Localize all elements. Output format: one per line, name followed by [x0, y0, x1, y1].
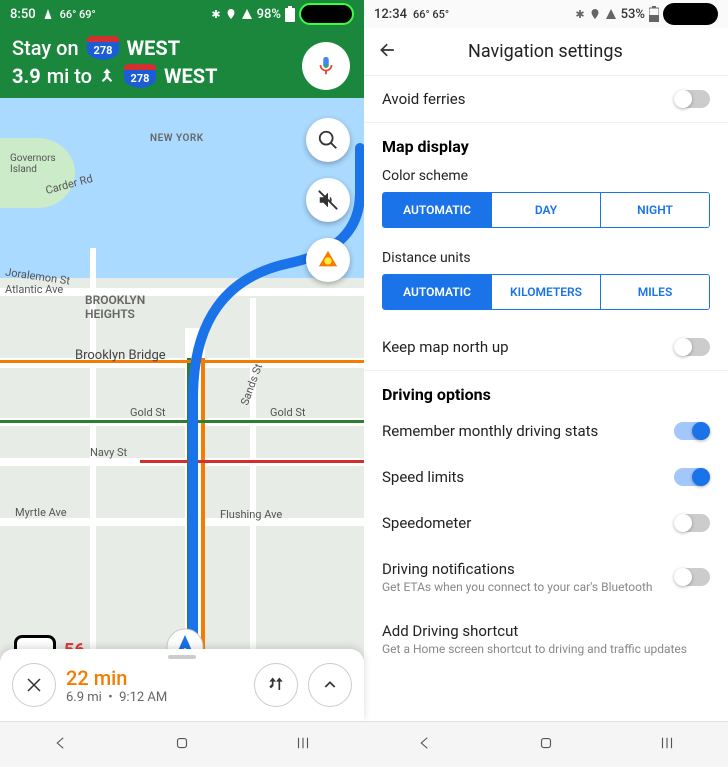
- seg-day[interactable]: DAY: [491, 193, 600, 227]
- row-label: Driving notifications: [382, 560, 674, 578]
- row-sublabel: Get ETAs when you connect to your car's …: [382, 580, 674, 594]
- row-label: Speedometer: [382, 514, 674, 532]
- play-music-button[interactable]: [306, 238, 350, 282]
- expand-sheet-button[interactable]: [308, 663, 352, 707]
- svg-text:278: 278: [131, 72, 150, 85]
- toggle-switch[interactable]: [674, 338, 710, 356]
- row-label: Avoid ferries: [382, 90, 674, 108]
- color-scheme-segmented: AUTOMATIC DAY NIGHT: [382, 192, 710, 228]
- distance-units-label: Distance units: [364, 242, 728, 274]
- street-label: Myrtle Ave: [15, 506, 67, 519]
- page-title: Navigation settings: [468, 41, 623, 62]
- signal-icon: [605, 8, 617, 20]
- voice-search-button[interactable]: [302, 42, 350, 90]
- status-bar: 8:50 66° 69° ✱ 98%: [0, 0, 364, 28]
- battery-icon: [285, 6, 295, 22]
- toggle-switch[interactable]: [674, 422, 710, 440]
- route-shield-icon: 278: [85, 36, 121, 60]
- eta-time: 22 min: [66, 666, 244, 690]
- android-nav-bar: [0, 721, 364, 767]
- driving-notifications-row[interactable]: Driving notifications Get ETAs when you …: [364, 546, 728, 608]
- recents-button[interactable]: [658, 734, 676, 756]
- status-temp: 66° 69°: [60, 8, 96, 21]
- android-nav-bar: [364, 721, 728, 767]
- status-time: 12:34: [374, 7, 407, 22]
- battery-icon: [649, 6, 659, 22]
- avoid-ferries-row[interactable]: Avoid ferries: [364, 76, 728, 123]
- seg-automatic[interactable]: AUTOMATIC: [383, 193, 491, 227]
- svg-text:278: 278: [93, 44, 112, 57]
- nav-direction-header[interactable]: Stay on 278 WEST 3.9 mi to 278 WEST: [0, 28, 364, 98]
- seg-automatic[interactable]: AUTOMATIC: [383, 275, 491, 309]
- street-label: Gold St: [130, 406, 166, 419]
- toggle-switch[interactable]: [674, 568, 710, 586]
- speedometer-row[interactable]: Speedometer: [364, 500, 728, 546]
- settings-header: Navigation settings: [364, 28, 728, 76]
- area-label: BROOKLYN HEIGHTS: [85, 293, 145, 321]
- alternate-routes-button[interactable]: [254, 663, 298, 707]
- status-bar: 12:34 66° 65° ✱ 53%: [364, 0, 728, 28]
- nav-dist-unit: mi to: [47, 64, 92, 88]
- camera-cutout: [663, 3, 718, 25]
- battery-pct: 53%: [621, 7, 645, 22]
- distance-units-segmented: AUTOMATIC KILOMETERS MILES: [382, 274, 710, 310]
- back-button[interactable]: [52, 734, 70, 756]
- street-label: Navy St: [90, 446, 127, 459]
- home-button[interactable]: [173, 734, 191, 756]
- row-label: Speed limits: [382, 468, 674, 486]
- nav-dist: 3.9: [12, 64, 41, 88]
- gov-island-label: Governors Island: [10, 153, 56, 175]
- location-icon: [225, 8, 237, 20]
- home-button[interactable]: [537, 734, 555, 756]
- eta-bottom-sheet[interactable]: 22 min 6.9 mi • 9:12 AM: [0, 649, 364, 721]
- street-label: Brooklyn Bridge: [75, 348, 166, 363]
- seg-miles[interactable]: MILES: [600, 275, 709, 309]
- eta-info: 22 min 6.9 mi • 9:12 AM: [66, 666, 244, 705]
- back-button[interactable]: [416, 734, 434, 756]
- signal-icon: [241, 8, 253, 20]
- section-driving-options: Driving options: [364, 371, 728, 408]
- city-label: NEW YORK: [150, 133, 204, 144]
- color-scheme-label: Color scheme: [364, 160, 728, 192]
- street-label: Gold St: [270, 406, 306, 419]
- route-shield-icon: 278: [122, 64, 158, 88]
- speed-limits-row[interactable]: Speed limits: [364, 454, 728, 500]
- seg-night[interactable]: NIGHT: [600, 193, 709, 227]
- nav-stay-label: Stay on: [12, 36, 79, 60]
- row-label: Remember monthly driving stats: [382, 422, 674, 440]
- street-label: Atlantic Ave: [5, 283, 63, 296]
- status-temp: 66° 65°: [413, 8, 449, 21]
- seg-kilometers[interactable]: KILOMETERS: [491, 275, 600, 309]
- mute-button[interactable]: [306, 178, 350, 222]
- add-shortcut-row[interactable]: Add Driving shortcut Get a Home screen s…: [364, 608, 728, 670]
- close-nav-button[interactable]: [12, 663, 56, 707]
- section-map-display: Map display: [364, 123, 728, 160]
- recents-button[interactable]: [294, 734, 312, 756]
- row-label: Add Driving shortcut: [382, 622, 710, 640]
- battery-pct: 98%: [257, 7, 281, 22]
- search-button[interactable]: [306, 118, 350, 162]
- drag-handle[interactable]: [168, 655, 196, 659]
- location-icon: [589, 8, 601, 20]
- row-sublabel: Get a Home screen shortcut to driving an…: [382, 642, 710, 656]
- street-label: Flushing Ave: [220, 508, 282, 521]
- monthly-stats-row[interactable]: Remember monthly driving stats: [364, 408, 728, 454]
- street-label: Sands St: [238, 362, 265, 407]
- keep-north-up-row[interactable]: Keep map north up: [364, 324, 728, 371]
- camera-cutout: [299, 3, 354, 25]
- back-button[interactable]: [378, 40, 398, 64]
- merge-icon: [98, 65, 116, 87]
- toggle-switch[interactable]: [674, 514, 710, 532]
- status-time: 8:50: [10, 7, 36, 22]
- row-label: Keep map north up: [382, 338, 674, 356]
- nav-dir-2: WEST: [164, 64, 217, 88]
- toggle-switch[interactable]: [674, 468, 710, 486]
- nav-dir-1: WEST: [127, 36, 180, 60]
- toggle-switch[interactable]: [674, 90, 710, 108]
